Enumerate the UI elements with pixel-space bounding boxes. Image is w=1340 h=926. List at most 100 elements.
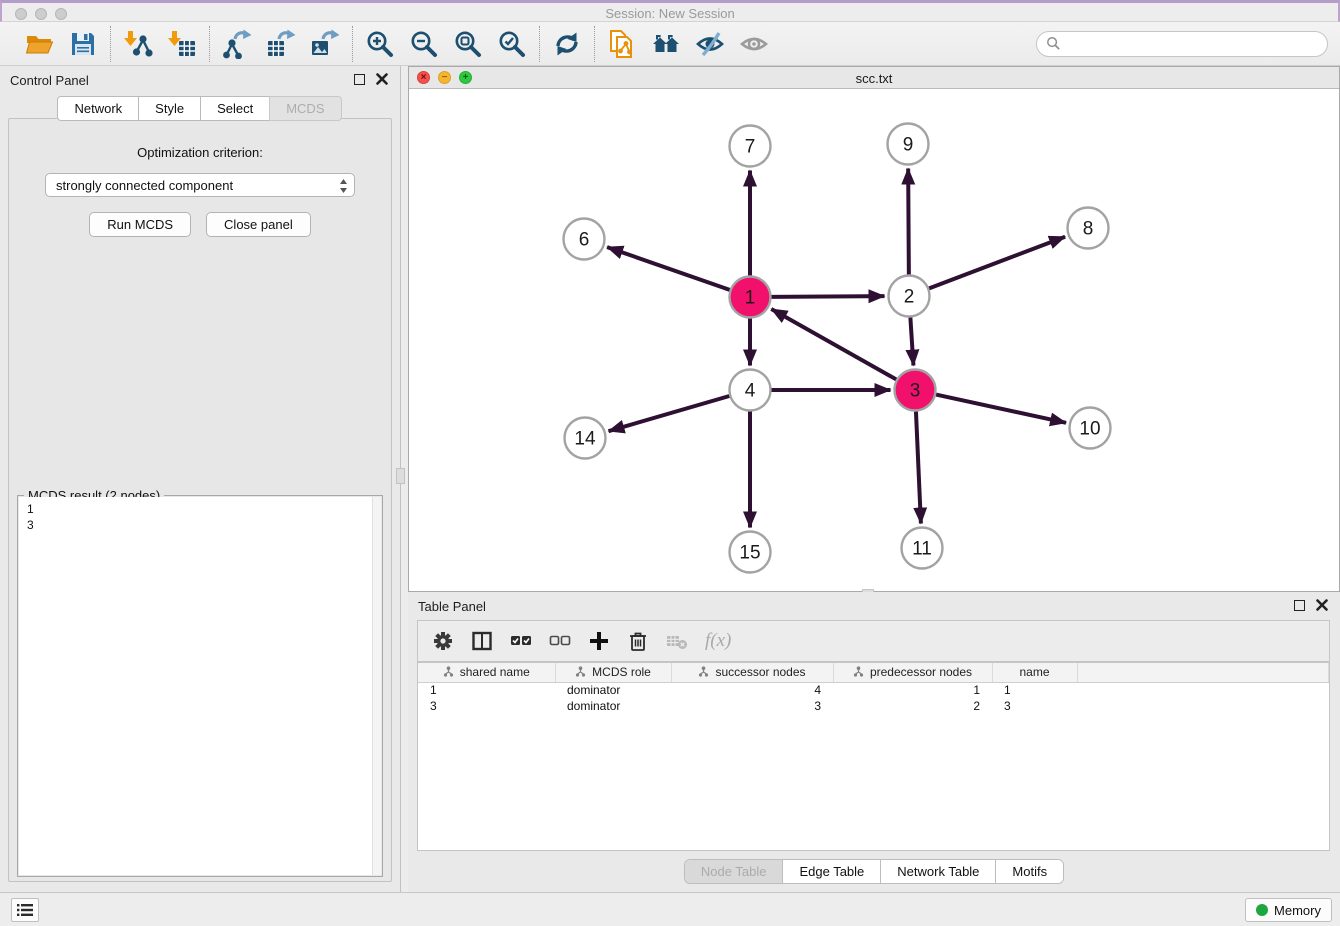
control-panel-tabs: Network Style Select MCDS: [0, 96, 400, 121]
run-mcds-button[interactable]: Run MCDS: [89, 212, 191, 237]
create-column-icon[interactable]: [588, 630, 610, 652]
unselect-all-columns-icon[interactable]: [549, 630, 571, 652]
export-image-icon[interactable]: [310, 29, 340, 59]
hide-selected-icon[interactable]: [695, 29, 725, 59]
graph-node-2: 2: [889, 276, 930, 317]
graph-edge-1-2: [771, 296, 884, 297]
cell-shared-name[interactable]: 3: [418, 698, 555, 714]
column-header-mcds-role[interactable]: MCDS role: [555, 663, 671, 682]
show-column-panel-icon[interactable]: [471, 630, 493, 652]
column-header-name[interactable]: name: [992, 663, 1077, 682]
delete-table-icon: [666, 630, 688, 652]
import-table-icon[interactable]: [167, 29, 197, 59]
tab-edge-table[interactable]: Edge Table: [782, 860, 880, 883]
memory-button[interactable]: Memory: [1245, 898, 1332, 922]
graph-node-9: 9: [888, 124, 929, 165]
export-network-icon[interactable]: [222, 29, 252, 59]
function-builder-icon: f(x): [705, 630, 731, 652]
tab-motifs[interactable]: Motifs: [995, 860, 1063, 883]
node-table: shared name MCDS role successor nodes: [417, 662, 1330, 851]
cell-shared-name[interactable]: 1: [418, 682, 555, 698]
network-view-window: × − + scc.txt 1 2 3 4 6 7: [408, 66, 1340, 592]
memory-label: Memory: [1274, 903, 1321, 918]
cell-name[interactable]: 1: [992, 682, 1077, 698]
table-toolbar: f(x): [417, 620, 1330, 662]
first-neighbors-icon[interactable]: [651, 29, 681, 59]
close-table-panel-icon[interactable]: [1316, 599, 1328, 611]
export-table-icon[interactable]: [266, 29, 296, 59]
cell-predecessor-nodes[interactable]: 1: [833, 682, 992, 698]
result-scrollbar[interactable]: [372, 497, 381, 875]
cell-mcds-role[interactable]: dominator: [555, 698, 671, 714]
control-panel-title: Control Panel: [10, 73, 89, 88]
cell-successor-nodes[interactable]: 3: [671, 698, 833, 714]
tab-network[interactable]: Network: [57, 96, 139, 121]
mcds-result-area[interactable]: 1 3: [19, 497, 381, 875]
table-panel-title: Table Panel: [418, 599, 486, 614]
tab-mcds[interactable]: MCDS: [269, 96, 341, 121]
list-icon: [17, 903, 33, 917]
graph-node-7: 7: [730, 126, 771, 167]
cell-name[interactable]: 3: [992, 698, 1077, 714]
delete-column-icon[interactable]: [627, 630, 649, 652]
open-file-icon[interactable]: [24, 29, 54, 59]
network-window-titlebar[interactable]: × − + scc.txt: [409, 67, 1339, 89]
search-input[interactable]: [1066, 36, 1318, 51]
close-panel-button[interactable]: Close panel: [206, 212, 311, 237]
status-bar: Memory: [0, 892, 1340, 926]
svg-text:4: 4: [745, 381, 756, 402]
network-window-title: scc.txt: [409, 71, 1339, 86]
svg-text:14: 14: [574, 429, 596, 450]
cell-predecessor-nodes[interactable]: 2: [833, 698, 992, 714]
graph-edge-3-10: [936, 395, 1066, 423]
task-history-button[interactable]: [11, 898, 39, 922]
graph-node-10: 10: [1070, 408, 1111, 449]
zoom-selected-icon[interactable]: [497, 29, 527, 59]
column-type-icon: [575, 666, 586, 677]
select-stepper-icon: [339, 178, 348, 194]
cell-successor-nodes[interactable]: 4: [671, 682, 833, 698]
table-settings-gear-icon[interactable]: [432, 630, 454, 652]
float-panel-icon[interactable]: [354, 74, 365, 85]
tab-select[interactable]: Select: [200, 96, 270, 121]
graph-node-11: 11: [902, 528, 943, 569]
table-panel: Table Panel: [408, 592, 1340, 892]
column-header-shared-name[interactable]: shared name: [418, 663, 555, 682]
close-panel-icon[interactable]: [376, 73, 388, 85]
float-table-panel-icon[interactable]: [1294, 600, 1305, 611]
network-canvas[interactable]: 1 2 3 4 6 7 8 9 10: [409, 89, 1339, 591]
column-header-predecessor-nodes[interactable]: predecessor nodes: [833, 663, 992, 682]
criterion-select[interactable]: strongly connected component: [45, 173, 355, 197]
graph-node-3: 3: [895, 370, 936, 411]
graph-node-6: 6: [564, 219, 605, 260]
show-all-icon[interactable]: [739, 29, 769, 59]
zoom-in-icon[interactable]: [365, 29, 395, 59]
tab-network-table[interactable]: Network Table: [880, 860, 995, 883]
column-type-icon: [853, 666, 864, 677]
column-header-successor-nodes[interactable]: successor nodes: [671, 663, 833, 682]
zoom-fit-icon[interactable]: [453, 29, 483, 59]
table-row[interactable]: 1 dominator 4 1 1: [418, 682, 1329, 698]
import-network-icon[interactable]: [123, 29, 153, 59]
tab-node-table[interactable]: Node Table: [685, 860, 783, 883]
search-box[interactable]: [1036, 31, 1328, 57]
svg-text:3: 3: [910, 381, 921, 402]
tab-style[interactable]: Style: [138, 96, 201, 121]
cell-mcds-role[interactable]: dominator: [555, 682, 671, 698]
clone-network-icon[interactable]: [607, 29, 637, 59]
network-graph[interactable]: 1 2 3 4 6 7 8 9 10: [409, 89, 1333, 591]
table-row[interactable]: 3 dominator 3 2 3: [418, 698, 1329, 714]
vertical-splitter-handle[interactable]: [396, 468, 405, 484]
zoom-out-icon[interactable]: [409, 29, 439, 59]
app-titlebar: Session: New Session: [0, 0, 1340, 22]
select-all-columns-icon[interactable]: [510, 630, 532, 652]
svg-text:11: 11: [912, 539, 932, 560]
table-header-row: shared name MCDS role successor nodes: [418, 663, 1329, 682]
save-session-icon[interactable]: [68, 29, 98, 59]
graph-edge-2-9: [908, 168, 909, 274]
table-tabs: Node Table Edge Table Network Table Moti…: [408, 859, 1340, 884]
svg-text:1: 1: [745, 288, 756, 309]
mcds-result-values: 1 3: [19, 497, 381, 537]
graph-edge-3-1: [771, 309, 896, 379]
apply-layout-icon[interactable]: [552, 29, 582, 59]
